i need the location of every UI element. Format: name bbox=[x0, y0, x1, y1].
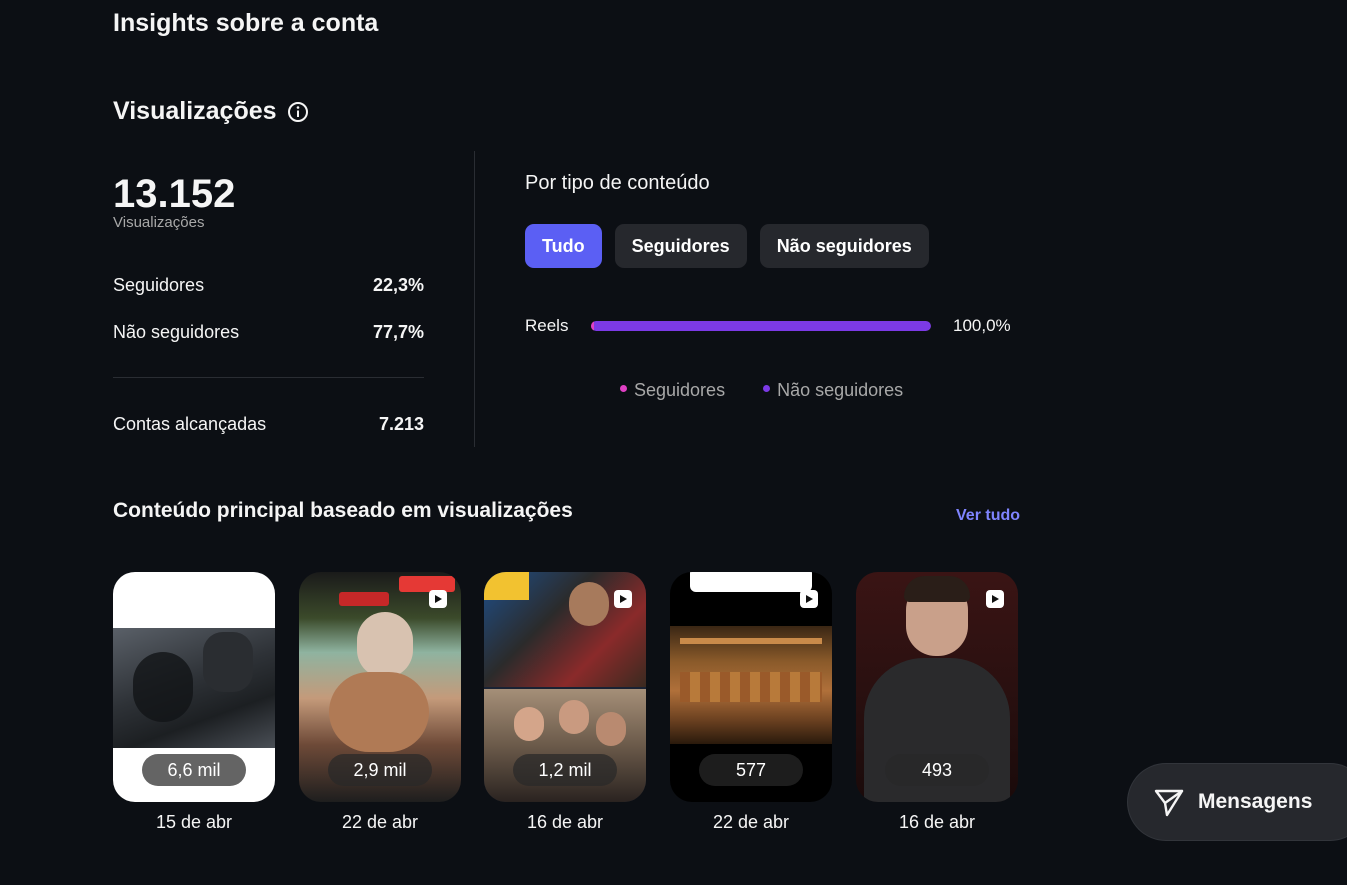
paper-plane-icon bbox=[1152, 785, 1186, 819]
content-card[interactable]: 1,2 mil 16 de abr bbox=[484, 572, 646, 833]
non-followers-value: 77,7% bbox=[372, 322, 424, 342]
view-count-badge: 1,2 mil bbox=[513, 754, 617, 786]
channel-logo bbox=[339, 592, 389, 606]
followers-value: 22,3% bbox=[372, 275, 424, 295]
view-count-badge: 577 bbox=[699, 754, 803, 786]
see-all-link[interactable]: Ver tudo bbox=[956, 507, 1020, 525]
reel-play-icon bbox=[614, 590, 632, 608]
views-summary: 13.152 Visualizações Seguidores 22,3% Nã… bbox=[113, 170, 424, 434]
chip-non-followers[interactable]: Não seguidores bbox=[759, 224, 929, 268]
post-date: 15 de abr bbox=[155, 812, 233, 832]
dot-icon bbox=[620, 384, 627, 392]
podcast-logo bbox=[484, 572, 529, 600]
info-icon[interactable] bbox=[287, 101, 309, 123]
dot-icon bbox=[763, 384, 771, 392]
view-count-badge: 493 bbox=[885, 754, 989, 786]
content-thumbnail[interactable]: 2,9 mil bbox=[299, 572, 461, 802]
messages-label: Mensagens bbox=[1198, 790, 1313, 813]
content-type-heading: Por tipo de conteúdo bbox=[525, 172, 710, 194]
content-card[interactable]: 6,6 mil 15 de abr bbox=[113, 572, 275, 833]
views-heading-wrap: Visualizações bbox=[113, 97, 309, 126]
game-scene-shelf bbox=[680, 638, 822, 644]
reached-label: Contas alcançadas bbox=[113, 414, 267, 434]
non-followers-label: Não seguidores bbox=[113, 322, 240, 342]
post-date: 16 de abr bbox=[898, 812, 976, 832]
reached-value: 7.213 bbox=[378, 414, 424, 434]
content-card[interactable]: 2,9 mil 22 de abr bbox=[299, 572, 461, 833]
reel-play-icon bbox=[429, 590, 447, 608]
caption-box bbox=[690, 572, 812, 592]
reels-bar bbox=[591, 321, 931, 331]
legend-followers: Seguidores bbox=[620, 380, 725, 401]
vertical-divider bbox=[474, 151, 475, 447]
reels-bar-non-followers-fill bbox=[591, 321, 931, 331]
chip-followers[interactable]: Seguidores bbox=[614, 224, 747, 268]
filter-chips: Tudo Seguidores Não seguidores bbox=[525, 224, 929, 268]
reels-value: 100,0% bbox=[953, 316, 1011, 335]
reached-row: Contas alcançadas 7.213 bbox=[113, 414, 424, 435]
top-content-heading: Conteúdo principal baseado em visualizaç… bbox=[113, 499, 573, 522]
reels-bar-row: Reels 100,0% bbox=[525, 316, 1011, 336]
followers-label: Seguidores bbox=[113, 275, 205, 295]
legend: Seguidores Não seguidores bbox=[620, 380, 903, 401]
post-date: 22 de abr bbox=[712, 812, 790, 832]
content-card[interactable]: 493 16 de abr bbox=[856, 572, 1018, 833]
insights-page: Insights sobre a conta Visualizações 13.… bbox=[0, 0, 1347, 885]
post-date: 22 de abr bbox=[341, 812, 419, 832]
legend-non-followers: Não seguidores bbox=[763, 380, 903, 401]
face-shape bbox=[514, 707, 544, 741]
face-shape bbox=[357, 612, 413, 678]
legend-non-followers-label: Não seguidores bbox=[777, 380, 904, 400]
view-count-badge: 2,9 mil bbox=[328, 754, 432, 786]
body-shape bbox=[329, 672, 429, 752]
content-thumbnail[interactable]: 577 bbox=[670, 572, 832, 802]
content-thumbnail[interactable]: 6,6 mil bbox=[113, 572, 275, 802]
non-followers-row: Não seguidores 77,7% bbox=[113, 322, 424, 343]
chip-all[interactable]: Tudo bbox=[525, 224, 602, 268]
hair-shape bbox=[904, 576, 970, 602]
page-title: Insights sobre a conta bbox=[113, 9, 379, 37]
divider bbox=[113, 377, 424, 378]
content-card[interactable]: 577 22 de abr bbox=[670, 572, 832, 833]
views-heading: Visualizações bbox=[113, 97, 277, 125]
reel-play-icon bbox=[986, 590, 1004, 608]
views-total-label: Visualizações bbox=[113, 214, 205, 231]
legend-followers-label: Seguidores bbox=[634, 380, 726, 400]
reel-play-icon bbox=[800, 590, 818, 608]
reels-bar-followers-fill bbox=[591, 321, 594, 331]
subscribe-badge bbox=[399, 576, 455, 592]
messages-button[interactable]: Mensagens bbox=[1128, 764, 1347, 840]
video-frame-shape bbox=[133, 652, 193, 722]
post-date: 16 de abr bbox=[526, 812, 604, 832]
views-total: 13.152 bbox=[113, 172, 236, 216]
content-thumbnail[interactable]: 1,2 mil bbox=[484, 572, 646, 802]
view-count-badge: 6,6 mil bbox=[142, 754, 246, 786]
face-shape bbox=[596, 712, 626, 746]
face-shape bbox=[569, 582, 609, 626]
face-shape bbox=[559, 700, 589, 734]
followers-row: Seguidores 22,3% bbox=[113, 275, 424, 296]
game-scene-floor bbox=[680, 672, 822, 702]
reels-label: Reels bbox=[525, 316, 569, 335]
content-thumbnail[interactable]: 493 bbox=[856, 572, 1018, 802]
video-frame-shape bbox=[203, 632, 253, 692]
